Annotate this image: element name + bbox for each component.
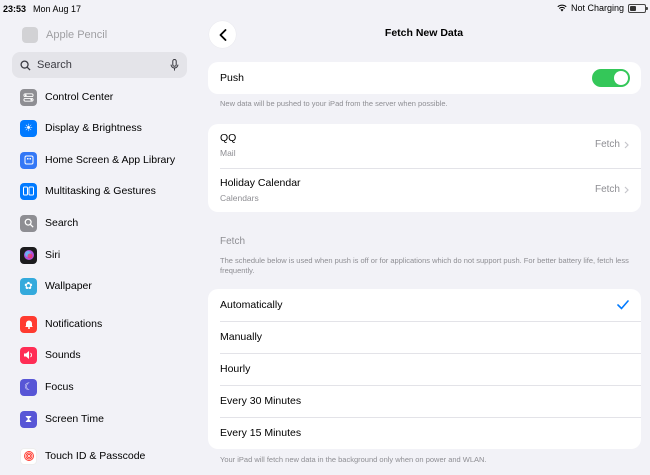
hourglass-icon: ⧗ — [20, 410, 37, 428]
search-icon — [20, 59, 31, 71]
chevron-right-icon — [624, 186, 629, 193]
sidebar-item-label: Sounds — [45, 349, 81, 361]
sidebar-item-sounds[interactable]: Sounds — [20, 344, 81, 366]
sidebar-item-focus[interactable]: ☾ Focus — [20, 376, 74, 398]
account-row-holiday-calendar[interactable]: Holiday Calendar Calendars Fetch — [208, 168, 641, 212]
pencil-icon — [22, 27, 38, 43]
option-automatically[interactable]: Automatically — [208, 289, 641, 321]
sidebar: Apple Pencil Search Control Center ☀ Dis… — [0, 18, 198, 475]
windows-icon — [20, 182, 37, 200]
option-label: Hourly — [220, 363, 251, 375]
account-mode: Fetch — [595, 139, 629, 150]
sidebar-item-label: Screen Time — [45, 413, 104, 425]
home-grid-icon — [20, 151, 37, 169]
push-note: New data will be pushed to your iPad fro… — [220, 99, 448, 108]
sidebar-item-label: Touch ID & Passcode — [45, 450, 146, 462]
checkmark-icon — [617, 300, 629, 310]
sidebar-item-wallpaper[interactable]: ✿ Wallpaper — [20, 275, 92, 297]
sidebar-item-siri[interactable]: Siri — [20, 244, 60, 266]
moon-icon: ☾ — [20, 378, 37, 396]
charging-status: Not Charging — [570, 3, 624, 13]
push-group: Push — [208, 62, 641, 94]
wifi-icon — [557, 4, 567, 12]
battery-icon — [628, 3, 648, 13]
sidebar-item-label: Wallpaper — [45, 280, 92, 292]
main-panel: Fetch New Data Push New data will be pus… — [198, 18, 650, 475]
option-hourly[interactable]: Hourly — [208, 353, 641, 385]
switches-icon — [20, 88, 37, 106]
fetch-options-group: Automatically Manually Hourly Every 30 M… — [208, 289, 641, 449]
sidebar-item-label: Control Center — [45, 91, 114, 103]
microphone-icon[interactable] — [170, 59, 179, 71]
push-row: Push — [208, 62, 641, 94]
option-every-15-minutes[interactable]: Every 15 Minutes — [208, 417, 641, 449]
option-label: Every 30 Minutes — [220, 395, 302, 407]
sidebar-item-touch-id[interactable]: Touch ID & Passcode — [20, 445, 145, 467]
option-label: Every 15 Minutes — [220, 427, 302, 439]
account-name: QQ — [220, 132, 237, 144]
siri-icon — [20, 246, 37, 264]
account-row-qq[interactable]: QQ Mail Fetch — [208, 124, 641, 168]
fetch-section-header: Fetch — [220, 236, 246, 247]
fetch-note: The schedule below is used when push is … — [220, 256, 629, 275]
status-right: Not Charging — [557, 3, 648, 13]
sun-icon: ☀ — [20, 119, 37, 137]
page-title: Fetch New Data — [384, 27, 464, 39]
account-type: Calendars — [220, 193, 259, 203]
option-label: Manually — [220, 331, 263, 343]
account-mode: Fetch — [595, 184, 629, 195]
speaker-icon — [20, 346, 37, 364]
magnifier-icon — [20, 214, 37, 232]
bell-icon — [20, 315, 37, 333]
sidebar-item-label: Focus — [45, 381, 74, 393]
status-date: Mon Aug 17 — [33, 4, 82, 14]
sidebar-item-label: Home Screen & App Library — [45, 154, 176, 166]
search-input[interactable]: Search — [12, 52, 187, 78]
accounts-group: QQ Mail Fetch Holiday Calendar Calendars… — [208, 124, 641, 212]
flower-icon: ✿ — [20, 277, 37, 295]
sidebar-item-label: Notifications — [45, 318, 103, 330]
account-name: Holiday Calendar — [220, 177, 301, 189]
sidebar-item-label: Siri — [45, 249, 61, 261]
account-type: Mail — [220, 148, 236, 158]
push-toggle[interactable] — [592, 69, 630, 87]
push-label: Push — [220, 72, 244, 84]
sidebar-item-screen-time[interactable]: ⧗ Screen Time — [20, 408, 104, 430]
sidebar-item-multitasking[interactable]: Multitasking & Gestures — [20, 180, 156, 202]
option-every-30-minutes[interactable]: Every 30 Minutes — [208, 385, 641, 417]
sidebar-item-label: Apple Pencil — [46, 29, 108, 41]
sidebar-item-display-brightness[interactable]: ☀ Display & Brightness — [20, 117, 142, 139]
search-placeholder: Search — [37, 59, 72, 71]
chevron-right-icon — [624, 141, 629, 148]
sidebar-item-label: Search — [45, 217, 79, 229]
sidebar-item-control-center[interactable]: Control Center — [20, 86, 113, 108]
option-manually[interactable]: Manually — [208, 321, 641, 353]
sidebar-item-notifications[interactable]: Notifications — [20, 313, 102, 335]
sidebar-item-home-screen[interactable]: Home Screen & App Library — [20, 149, 175, 171]
option-label: Automatically — [220, 299, 283, 311]
bottom-note: Your iPad will fetch new data in the bac… — [220, 455, 487, 464]
sidebar-item-search[interactable]: Search — [20, 212, 78, 234]
fingerprint-icon — [20, 447, 37, 465]
sidebar-item-label: Display & Brightness — [45, 122, 142, 134]
status-time: 23:53 — [3, 4, 27, 14]
sidebar-item-label: Multitasking & Gestures — [45, 185, 156, 197]
status-bar: 23:53 Mon Aug 17 Not Charging — [0, 0, 650, 18]
sidebar-item-apple-pencil[interactable]: Apple Pencil — [22, 27, 107, 43]
